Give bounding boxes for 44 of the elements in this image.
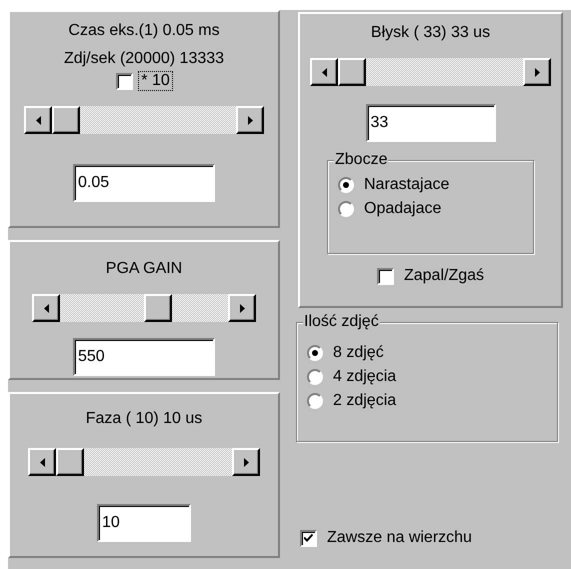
right-arrow-icon <box>240 304 244 312</box>
input-field[interactable]: 10 <box>97 504 191 542</box>
checkbox-label[interactable]: Zapal/Zgaś <box>404 266 484 286</box>
left-arrow-icon <box>36 116 40 124</box>
radio-label[interactable]: 4 zdjęcia <box>333 367 396 387</box>
panel-title: PGA GAIN <box>106 259 182 279</box>
group-title: Ilość zdjęć <box>303 313 380 331</box>
panel-title: Czas eks.(1) 0.05 ms <box>68 21 220 41</box>
left-arrow-icon <box>322 68 326 76</box>
scrollbar-thumb[interactable] <box>56 448 84 476</box>
radio-label[interactable]: 8 zdjęć <box>333 343 384 363</box>
scroll-right-button[interactable] <box>236 106 264 134</box>
radio-label[interactable]: Narastajace <box>364 175 450 195</box>
right-arrow-icon <box>248 116 252 124</box>
radio-button[interactable] <box>338 201 354 217</box>
panel-title: Błysk ( 33) 33 us <box>370 23 490 43</box>
input-field[interactable]: 33 <box>366 104 496 142</box>
scroll-left-button[interactable] <box>28 448 56 476</box>
input-field[interactable]: 0.05 <box>73 164 215 202</box>
checkbox[interactable] <box>300 530 317 546</box>
scrollbar-thumb[interactable] <box>338 58 366 86</box>
left-arrow-icon <box>44 304 48 312</box>
scroll-left-button[interactable] <box>24 106 52 134</box>
radio-label[interactable]: 2 zdjęcia <box>333 391 396 411</box>
checkbox[interactable] <box>116 72 134 90</box>
scrollbar-thumb[interactable] <box>144 294 172 322</box>
left-arrow-icon <box>40 458 44 466</box>
input-field[interactable]: 550 <box>73 338 215 376</box>
checkbox-label[interactable]: Zawsze na wierzchu <box>327 528 472 548</box>
checkmark-icon <box>304 534 313 542</box>
checkbox-label[interactable]: * 10 <box>139 72 172 90</box>
rate-label: Zdj/sek (20000) 13333 <box>64 49 224 69</box>
scrollbar-thumb[interactable] <box>52 106 80 134</box>
panel-title: Faza ( 10) 10 us <box>86 409 202 429</box>
scroll-right-button[interactable] <box>523 58 551 86</box>
scroll-left-button[interactable] <box>32 294 60 322</box>
radio-button[interactable] <box>338 177 354 193</box>
right-arrow-icon <box>534 68 540 76</box>
scroll-left-button[interactable] <box>310 58 338 86</box>
right-arrow-icon <box>244 458 248 466</box>
scroll-right-button[interactable] <box>228 294 256 322</box>
radio-label[interactable]: Opadajace <box>364 199 442 219</box>
checkbox[interactable] <box>376 268 394 284</box>
scroll-right-button[interactable] <box>232 448 260 476</box>
